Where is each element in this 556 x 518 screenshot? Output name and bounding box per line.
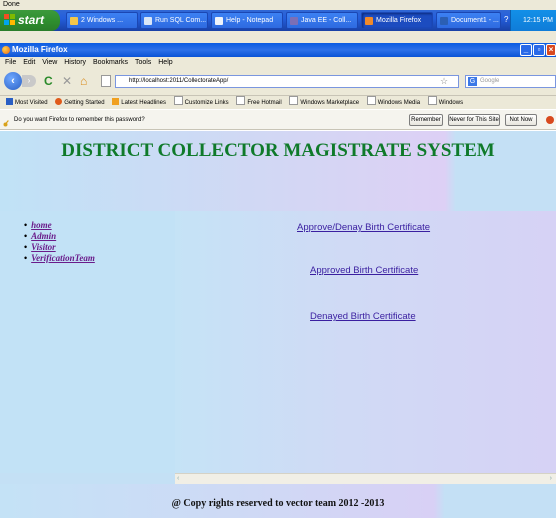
taskbar-item[interactable]: Java EE - Coll... [286, 12, 358, 29]
bookmark-most-visited[interactable]: Most Visited [6, 97, 48, 110]
bookmarks-toolbar: Most Visited Getting Started Latest Head… [0, 95, 556, 109]
reload-icon[interactable]: C [44, 75, 53, 87]
menu-history[interactable]: History [64, 59, 86, 66]
menu-help[interactable]: Help [158, 59, 172, 66]
remember-button[interactable]: Remember [409, 114, 443, 126]
bookmark-free-hotmail[interactable]: Free Hotmail [236, 96, 282, 110]
password-notification-bar: Do you want Firefox to remember this pas… [0, 110, 556, 130]
denied-birth-certificate-link[interactable]: Denayed Birth Certificate [310, 311, 416, 322]
window-titlebar: Mozilla Firefox _ ▫ × [0, 43, 556, 57]
notepad-icon [215, 17, 223, 25]
main-content-panel [175, 211, 556, 473]
menu-file[interactable]: File [5, 59, 16, 66]
nav-item-home: home [24, 220, 95, 231]
copyright-footer: @ Copy rights reserved to vector team 20… [171, 498, 385, 509]
eclipse-icon [290, 17, 298, 25]
taskbar-item-label: Java EE - Coll... [301, 17, 352, 24]
nav-link-home[interactable]: home [31, 220, 52, 230]
bookmark-windows-media[interactable]: Windows Media [366, 96, 420, 110]
url-bar[interactable]: http://localhost:2011/CollectorateApp/ [115, 75, 459, 88]
never-for-this-site-button[interactable]: Never for This Site [448, 114, 500, 126]
approved-birth-certificate-link[interactable]: Approved Birth Certificate [310, 265, 418, 276]
windows-taskbar: start 2 Windows ... Run SQL Com... Help … [0, 10, 556, 31]
taskbar-item-label: 2 Windows ... [81, 17, 124, 24]
close-button[interactable]: × [546, 44, 556, 56]
status-text: Done [0, 0, 556, 10]
close-notification-icon[interactable] [546, 116, 554, 124]
nav-link-visitor[interactable]: Visitor [31, 242, 56, 252]
taskbar-item[interactable]: 2 Windows ... [66, 12, 138, 29]
nav-link-verification-team[interactable]: VerificationTeam [31, 253, 95, 263]
window-title: Mozilla Firefox [12, 45, 68, 54]
google-icon: G [468, 77, 477, 86]
menu-edit[interactable]: Edit [23, 59, 35, 66]
nav-link-admin[interactable]: Admin [31, 231, 56, 241]
home-icon[interactable]: ⌂ [80, 75, 87, 87]
system-tray: 12:15 PM [510, 10, 556, 31]
key-icon [3, 116, 11, 127]
bookmark-customize-links[interactable]: Customize Links [173, 96, 229, 110]
bookmark-getting-started[interactable]: Getting Started [55, 97, 105, 110]
clock: 12:15 PM [523, 17, 553, 24]
scroll-right-icon[interactable]: › [550, 474, 552, 484]
firefox-icon [2, 46, 10, 54]
page-title: DISTRICT COLLECTOR MAGISTRATE SYSTEM [61, 140, 495, 161]
word-icon [440, 17, 448, 25]
search-placeholder: Google [480, 78, 500, 84]
bookmark-latest-headlines[interactable]: Latest Headlines [112, 97, 166, 110]
bookmark-windows[interactable]: Windows [427, 96, 463, 110]
taskbar-item-label: Help - Notepad [226, 17, 274, 24]
search-input[interactable]: G Google [465, 75, 556, 88]
star-icon[interactable]: ☆ [440, 75, 448, 87]
notification-text: Do you want Firefox to remember this pas… [14, 117, 145, 123]
scroll-left-icon[interactable]: ‹ [177, 474, 179, 484]
menu-bookmarks[interactable]: Bookmarks [93, 59, 128, 66]
window-gap [0, 31, 556, 43]
minimize-button[interactable]: _ [520, 44, 532, 56]
menu-tools[interactable]: Tools [135, 59, 151, 66]
menu-view[interactable]: View [42, 59, 57, 66]
bookmark-windows-marketplace[interactable]: Windows Marketplace [289, 96, 359, 110]
start-label: start [18, 13, 45, 27]
forward-button[interactable]: › [22, 75, 36, 87]
navigation-toolbar: ‹ › C ✕ ⌂ http://localhost:2011/Collecto… [0, 69, 556, 95]
back-button[interactable]: ‹ [4, 72, 22, 90]
nav-item-admin: Admin [24, 231, 95, 242]
taskbar-item-active[interactable]: Mozilla Firefox [361, 12, 433, 29]
taskbar-item-label: Run SQL Com... [155, 17, 207, 24]
windows-flag-icon [4, 14, 15, 25]
menu-bar: File Edit View History Bookmarks Tools H… [0, 57, 556, 69]
nav-list: home Admin Visitor VerificationTeam [24, 220, 95, 264]
horizontal-scrollbar[interactable]: ‹ › [175, 473, 556, 484]
page-icon [101, 75, 111, 87]
taskbar-item[interactable]: Run SQL Com... [140, 12, 208, 29]
taskbar-item[interactable]: Help - Notepad [211, 12, 283, 29]
taskbar-item-label: Document1 - ... [451, 17, 499, 24]
folder-icon [70, 17, 78, 25]
nav-item-verification-team: VerificationTeam [24, 253, 95, 264]
not-now-button[interactable]: Not Now [505, 114, 537, 126]
nav-item-visitor: Visitor [24, 242, 95, 253]
sql-window-icon [144, 17, 152, 25]
maximize-button[interactable]: ▫ [533, 44, 545, 56]
taskbar-item-label: Mozilla Firefox [376, 17, 422, 24]
taskbar-item[interactable]: Document1 - ... [436, 12, 501, 29]
approve-deny-birth-certificate-link[interactable]: Approve/Denay Birth Certificate [297, 222, 430, 233]
stop-icon[interactable]: ✕ [62, 75, 72, 87]
firefox-icon [365, 17, 373, 25]
start-button[interactable]: start [0, 10, 60, 31]
